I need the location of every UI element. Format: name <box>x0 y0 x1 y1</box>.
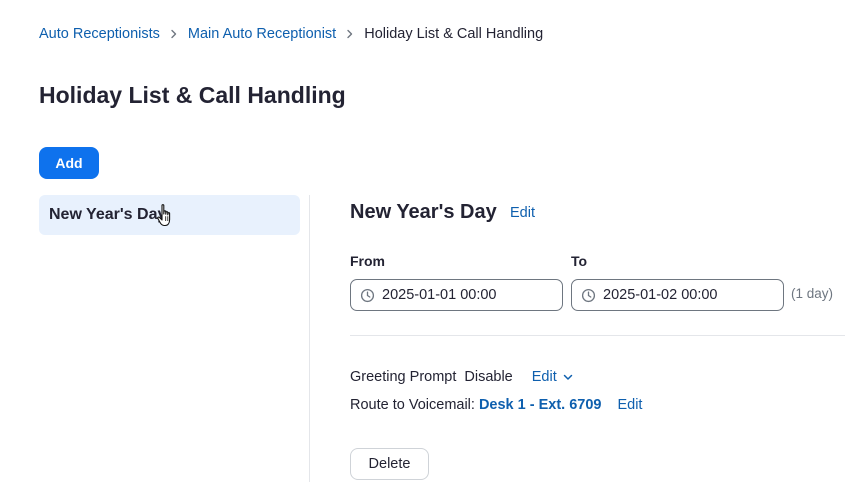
route-voicemail-label: Route to Voicemail: <box>350 397 475 413</box>
duration-text: (1 day) <box>791 286 834 301</box>
panel-divider <box>309 195 310 482</box>
from-datetime-field[interactable]: 2025-01-01 00:00 <box>350 279 563 311</box>
chevron-down-icon <box>563 374 573 381</box>
from-datetime-value: 2025-01-01 00:00 <box>382 287 497 303</box>
to-datetime-field[interactable]: 2025-01-02 00:00 <box>571 279 784 311</box>
to-datetime-value: 2025-01-02 00:00 <box>603 287 718 303</box>
greeting-edit-dropdown[interactable]: Edit <box>532 369 573 385</box>
greeting-prompt-value: Disable <box>464 369 513 385</box>
breadcrumb-link-main-auto-receptionist[interactable]: Main Auto Receptionist <box>188 26 336 42</box>
chevron-right-icon <box>346 29 354 39</box>
hand-pointer-icon <box>156 203 176 234</box>
add-holiday-button[interactable]: Add <box>39 147 99 179</box>
breadcrumb-link-auto-receptionists[interactable]: Auto Receptionists <box>39 26 160 42</box>
edit-holiday-name-link[interactable]: Edit <box>510 205 535 221</box>
chevron-right-icon <box>170 29 178 39</box>
greeting-edit-label: Edit <box>531 369 557 385</box>
page-title: Holiday List & Call Handling <box>39 82 346 108</box>
breadcrumb: Auto Receptionists Main Auto Receptionis… <box>39 26 543 42</box>
clock-icon <box>360 288 375 303</box>
holiday-item-label: New Year's Day <box>49 206 167 223</box>
voicemail-edit-link[interactable]: Edit <box>617 397 642 413</box>
route-voicemail-row: Route to Voicemail: Desk 1 - Ext. 6709 E… <box>350 397 642 413</box>
holiday-detail-title: New Year's Day <box>350 201 497 223</box>
delete-holiday-button[interactable]: Delete <box>350 448 429 480</box>
greeting-prompt-row: Greeting Prompt Disable Edit <box>350 369 573 385</box>
from-label: From <box>350 253 385 269</box>
clock-icon <box>581 288 596 303</box>
breadcrumb-current: Holiday List & Call Handling <box>364 26 544 42</box>
voicemail-target-link[interactable]: Desk 1 - Ext. 6709 <box>479 397 602 413</box>
to-label: To <box>571 253 588 269</box>
greeting-prompt-label: Greeting Prompt <box>350 369 457 385</box>
holiday-list-page: Auto Receptionists Main Auto Receptionis… <box>0 0 845 482</box>
section-divider <box>350 335 845 336</box>
